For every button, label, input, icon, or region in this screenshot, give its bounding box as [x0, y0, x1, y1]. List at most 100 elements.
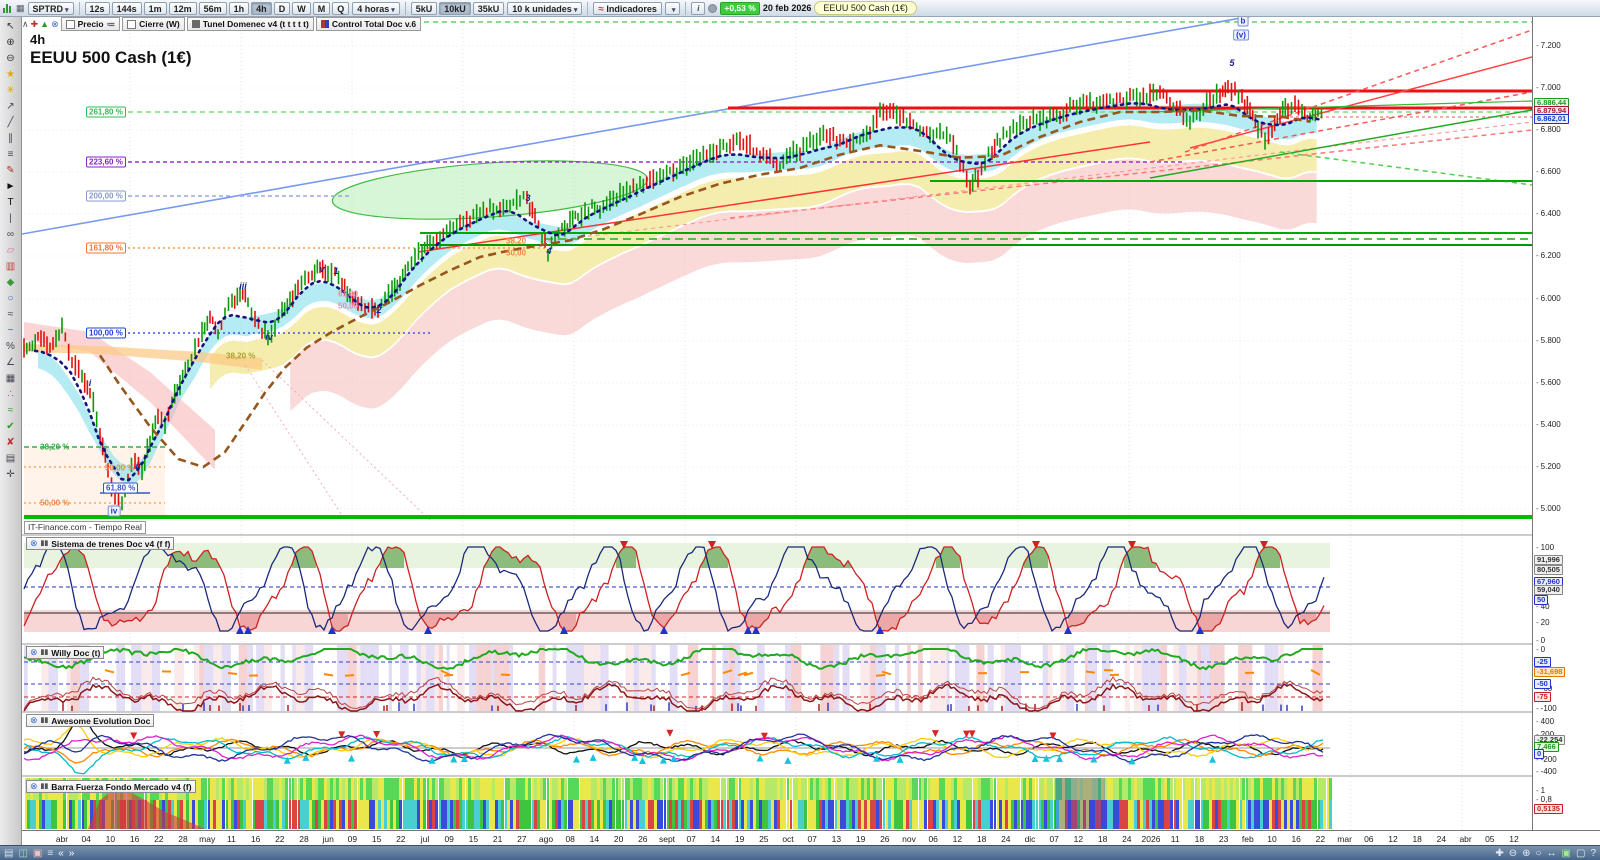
layout-icon[interactable]: ▤ [4, 847, 13, 860]
instrument-tab[interactable]: EEUU 500 Cash (1€) [814, 1, 917, 15]
trendline-tool-icon[interactable]: ╱ [2, 115, 19, 130]
fib-label[interactable]: 50,00 [504, 249, 528, 258]
timeframe-dropdown[interactable]: 4 horas ▾ [352, 1, 400, 15]
wave-label[interactable]: 1 [333, 266, 338, 276]
zoom-in-tool-icon[interactable]: ⊕ [2, 35, 19, 50]
remove-layer-icon[interactable]: ⊗ [51, 19, 59, 29]
indicators-button[interactable]: ≈ Indicadores [593, 1, 662, 15]
quantity-button-10kU[interactable]: 10kU [439, 1, 471, 15]
pencil-tool-icon[interactable]: ✎ [2, 163, 19, 178]
timeframe-button-12m[interactable]: 12m [168, 1, 197, 15]
delete-tool-icon[interactable]: ▥ [2, 259, 19, 274]
time-axis[interactable]: abr 04 10 16 22 28 may 11 16 22 28 jun 09 15 22 jul 09 15… [22, 830, 1600, 846]
zigzag-tool-icon[interactable]: ~ [2, 323, 19, 338]
fib-label[interactable]: 200,00 % [86, 190, 126, 202]
brightness-tool-icon[interactable]: ✳ [2, 83, 19, 98]
panel-header-1[interactable]: ⊗ ▮▮ Willy Doc (t) [26, 646, 105, 659]
wave-label[interactable]: 4 [546, 246, 551, 256]
zoom-out-tool-icon[interactable]: ⊖ [2, 51, 19, 66]
close-panel-icon[interactable]: ⊗ [30, 782, 38, 791]
info-button[interactable]: i [691, 1, 706, 15]
add-drawing-icon[interactable]: ✚ [31, 19, 39, 29]
pointer-tool-icon[interactable]: ↗ [2, 99, 19, 114]
fib-label[interactable]: 61,80 [336, 290, 360, 299]
panel-style-icon[interactable]: ▮▮ [41, 649, 49, 656]
zoom-reset-icon[interactable]: ○ [1535, 847, 1541, 860]
pan-icon[interactable]: ↔ [1547, 847, 1557, 860]
fib-label[interactable]: 100,00 % [86, 327, 126, 339]
channel-tool-icon[interactable]: ∥ [2, 131, 19, 146]
close-panel-icon[interactable]: ⊗ [30, 539, 38, 548]
fibonacci-tool-icon[interactable]: ≈ [2, 307, 19, 322]
layer-tab-0[interactable]: Precio ≔ [60, 17, 121, 31]
wave-label[interactable]: iii [239, 281, 247, 291]
close-panel-icon[interactable]: ⊗ [30, 716, 38, 725]
confirm-tool-icon[interactable]: ✔ [2, 419, 19, 434]
panel-style-icon[interactable]: ▮▮ [41, 783, 49, 790]
timeframe-button-4h[interactable]: 4h [251, 1, 272, 15]
wave-label[interactable]: 5 [1229, 58, 1234, 68]
layer-tab-3[interactable]: Control Total Doc v.6 [315, 17, 422, 31]
text-tool-icon[interactable]: T [2, 195, 19, 210]
fib-label[interactable]: 50,00 % [103, 464, 136, 473]
fib-label[interactable]: 50,00 % [38, 499, 71, 508]
quantity-dropdown[interactable]: 10 k unidades ▾ [507, 1, 583, 15]
wave-label[interactable]: iv [265, 332, 273, 342]
panel-style-icon[interactable]: ▮▮ [41, 540, 49, 547]
eraser-tool-icon[interactable]: ▱ [2, 243, 19, 258]
wave-label[interactable]: iv [107, 505, 121, 517]
timeframe-button-12s[interactable]: 12s [84, 1, 110, 15]
settings-tool-icon[interactable]: ✛ [2, 467, 19, 482]
angle-tool-icon[interactable]: ∠ [2, 355, 19, 370]
wave-label[interactable]: ii [135, 461, 140, 471]
wave-label[interactable]: (v) [1233, 29, 1249, 41]
panel-header-0[interactable]: ⊗ ▮▮ Sistema de trenes Doc v4 (f f) [26, 537, 175, 550]
arrow-tool-icon[interactable]: ► [2, 179, 19, 194]
timeframe-button-W[interactable]: W [292, 1, 311, 15]
close-panel-icon[interactable]: ⊗ [30, 648, 38, 657]
dots-tool-icon[interactable]: ∴ [2, 387, 19, 402]
wave-label[interactable]: 2 [376, 305, 381, 315]
screenshot-icon[interactable]: ▣ [1562, 847, 1571, 860]
layer-checkbox[interactable] [65, 19, 75, 29]
timeframe-button-M[interactable]: M [312, 1, 331, 15]
zoom-out-icon[interactable]: ⊖ [1509, 847, 1517, 860]
cancel-tool-icon[interactable]: ✘ [2, 435, 19, 450]
quantity-button-5kU[interactable]: 5kU [410, 1, 438, 15]
fib-label[interactable]: 223,60 % [86, 156, 126, 168]
layer-tab-2[interactable]: Tunel Domenec v4 (t t t t t) [186, 17, 314, 31]
chart-canvas[interactable] [22, 17, 1532, 830]
collapse-chevron-icon[interactable]: ∧ [22, 19, 29, 29]
help-icon[interactable]: ? [1590, 847, 1596, 860]
ellipse-tool-icon[interactable]: ○ [2, 291, 19, 306]
timeframe-button-56m[interactable]: 56m [198, 1, 227, 15]
fib-label[interactable]: 261,80 % [86, 106, 126, 118]
shapes-tool-icon[interactable]: ◆ [2, 275, 19, 290]
wave-label[interactable]: v [319, 264, 324, 274]
fullscreen-icon[interactable]: ▢ [1576, 847, 1585, 860]
symbol-select[interactable]: SPTRD ▾ [27, 1, 74, 15]
layer-tab-1[interactable]: Cierre (W) [122, 17, 185, 31]
panel-style-icon[interactable]: ▮▮ [41, 717, 49, 724]
timeframe-button-144s[interactable]: 144s [111, 1, 142, 15]
add-indicator-icon[interactable]: ▲ [40, 19, 49, 29]
fib-label[interactable]: 38,20 % [224, 352, 257, 361]
wave-label[interactable]: b [1237, 15, 1249, 27]
timeframe-button-D[interactable]: D [273, 1, 291, 15]
layer-checkbox[interactable] [127, 19, 137, 29]
zoom-in-icon[interactable]: ⊕ [1522, 847, 1530, 860]
fib-label[interactable]: 50,00 [336, 302, 360, 311]
favorites-tool-icon[interactable]: ★ [2, 67, 19, 82]
fib-label[interactable]: 161,80 % [86, 242, 126, 254]
measure-tool-icon[interactable]: ∞ [2, 227, 19, 242]
fib-label[interactable]: 61,80 % [103, 482, 139, 494]
hline-tool-icon[interactable]: ≡ [2, 147, 19, 162]
timeframe-button-1m[interactable]: 1m [143, 1, 167, 15]
vline-tool-icon[interactable]: | [2, 211, 19, 226]
wave-label[interactable]: i [89, 378, 92, 388]
timeframe-button-1h[interactable]: 1h [228, 1, 250, 15]
list-icon[interactable]: ≔ [107, 19, 116, 30]
cursor-tool-icon[interactable]: ↖ [2, 19, 19, 34]
panel-header-3[interactable]: ⊗ ▮▮ Barra Fuerza Fondo Mercado v4 (f) [26, 780, 196, 793]
percent-tool-icon[interactable]: % [2, 339, 19, 354]
